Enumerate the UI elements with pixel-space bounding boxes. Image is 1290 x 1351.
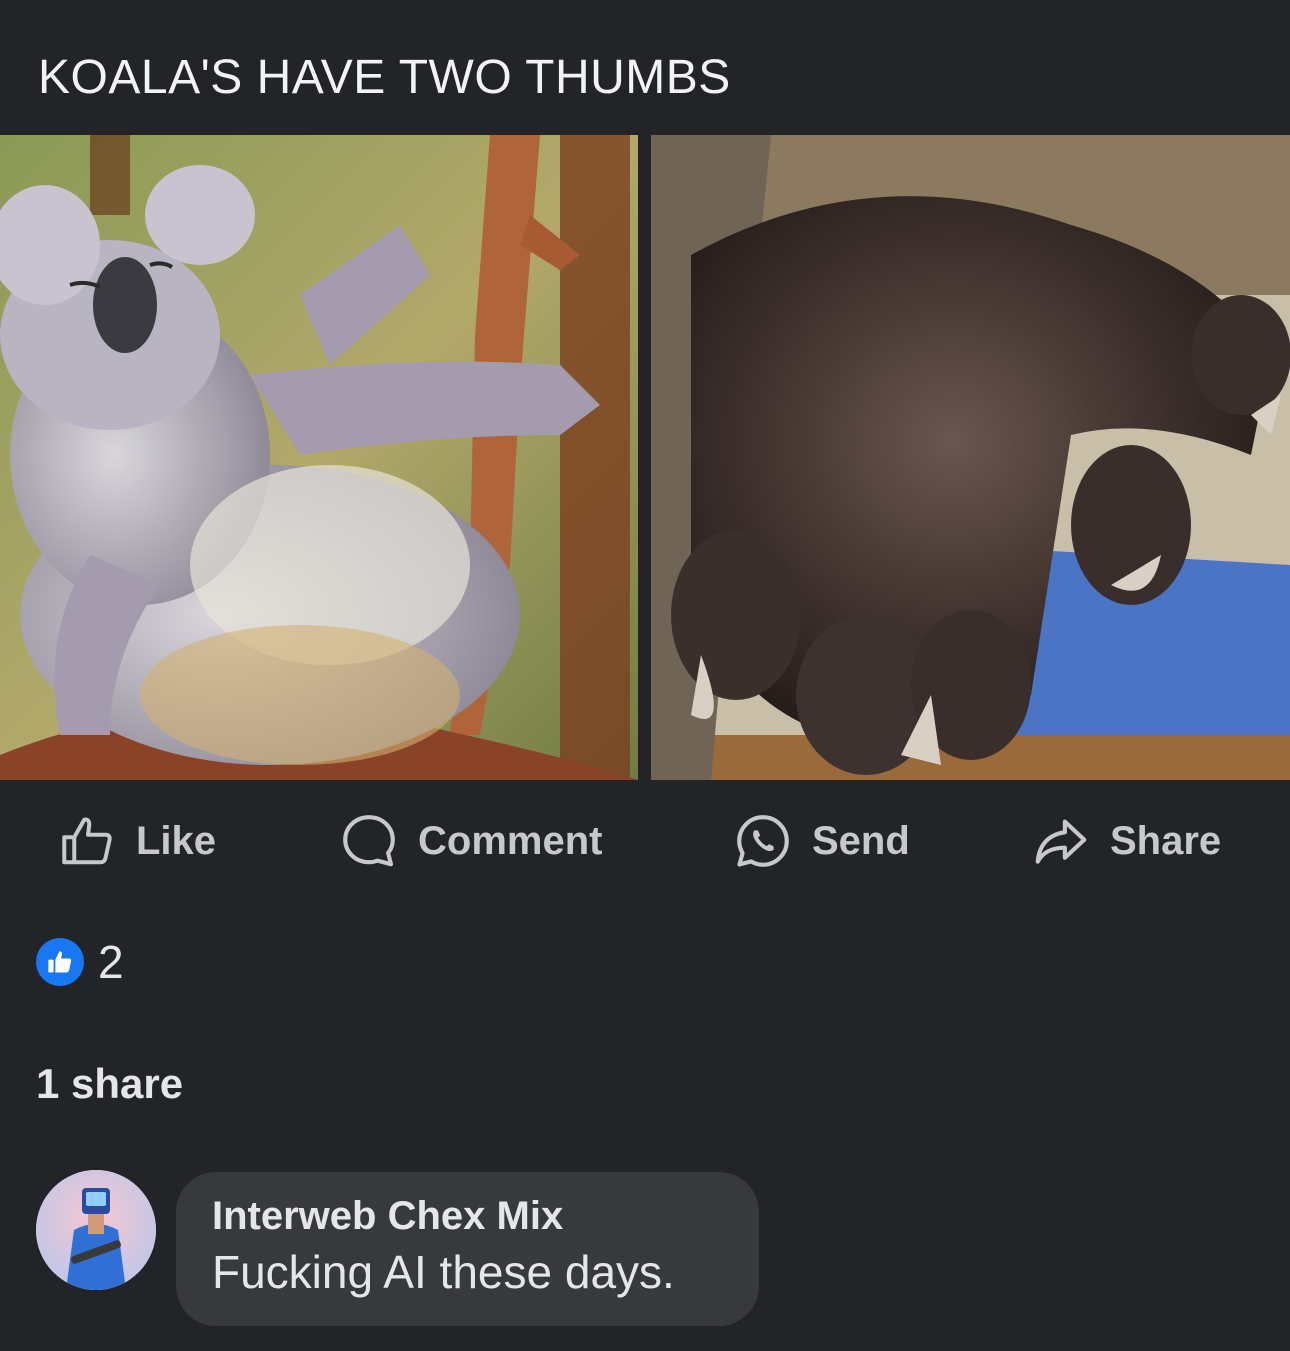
send-button[interactable]: Send <box>732 808 910 874</box>
comment-button[interactable]: Comment <box>338 808 602 874</box>
user-avatar[interactable] <box>36 1170 156 1290</box>
comment-author[interactable]: Interweb Chex Mix <box>212 1194 723 1239</box>
share-label: Share <box>1110 818 1222 863</box>
comment-item: Interweb Chex Mix Fucking AI these days. <box>36 1170 759 1326</box>
koala-photo[interactable] <box>0 135 638 780</box>
like-label: Like <box>136 818 217 863</box>
koala-photo-graphic <box>0 135 638 780</box>
comment-label: Comment <box>418 818 603 863</box>
share-button[interactable]: Share <box>1030 808 1221 874</box>
post-title: KOALA'S HAVE TWO THUMBS <box>38 51 731 104</box>
post-card: KOALA'S HAVE TWO THUMBS Like Comment Sen… <box>0 0 1290 1351</box>
comment-text: Fucking AI these days. <box>212 1246 675 1298</box>
like-reaction-icon <box>36 938 84 986</box>
reactions-summary[interactable]: 2 <box>36 935 124 989</box>
post-images <box>0 135 1290 780</box>
share-arrow-icon <box>1035 819 1087 864</box>
send-label: Send <box>812 818 910 863</box>
post-actions-bar: Like Comment Send Share <box>0 808 1290 874</box>
whatsapp-icon <box>737 815 789 867</box>
koala-hand-photo[interactable] <box>651 135 1290 780</box>
like-button[interactable]: Like <box>58 808 216 874</box>
koala-hand-photo-graphic <box>651 135 1290 780</box>
share-count[interactable]: 1 share <box>36 1060 183 1108</box>
comment-bubble: Interweb Chex Mix Fucking AI these days. <box>176 1172 759 1326</box>
avatar-graphic <box>36 1170 156 1290</box>
thumbs-up-icon <box>62 817 112 865</box>
thumbs-up-icon <box>48 951 72 973</box>
reaction-count: 2 <box>98 936 124 988</box>
comment-icon <box>343 815 395 867</box>
